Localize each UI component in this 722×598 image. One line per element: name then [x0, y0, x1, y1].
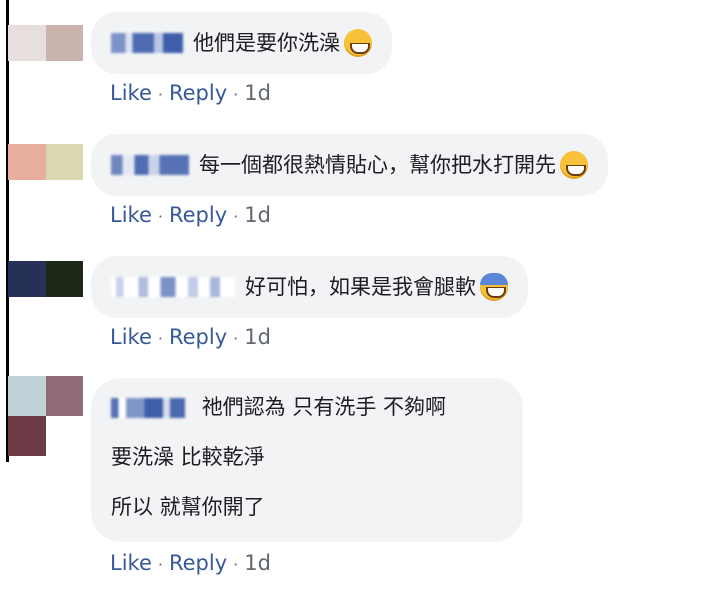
like-link[interactable]: Like	[110, 203, 152, 227]
avatar[interactable]	[8, 144, 83, 180]
grinning-face-icon	[344, 29, 372, 57]
like-link[interactable]: Like	[110, 551, 152, 575]
separator: ·	[233, 329, 239, 348]
commenter-name[interactable]	[111, 277, 235, 297]
timestamp[interactable]: 1d	[244, 325, 271, 349]
comment-text: 所以 就幫你開了	[111, 495, 265, 519]
comment-bubble: 祂們認為 只有洗手 不夠啊 要洗澡 比較乾淨 所以 就幫你開了	[91, 378, 523, 542]
avatar-pixel	[45, 144, 83, 180]
comment-text: 他們是要你洗澡	[193, 31, 340, 55]
avatar-pixel	[8, 25, 46, 61]
like-link[interactable]: Like	[110, 81, 152, 105]
reply-link[interactable]: Reply	[169, 203, 227, 227]
comment-bubble: 每一個都很熱情貼心，幫你把水打開先	[91, 134, 608, 196]
avatar-pixel	[8, 144, 46, 180]
avatar[interactable]	[8, 25, 83, 61]
comment-text: 要洗澡 比較乾淨	[111, 445, 265, 469]
avatar[interactable]	[8, 376, 83, 456]
avatar-pixel	[8, 416, 46, 456]
comment-actions: Like · Reply · 1d	[110, 322, 271, 354]
commenter-name[interactable]	[111, 33, 183, 53]
separator: ·	[157, 85, 163, 104]
reply-link[interactable]: Reply	[169, 81, 227, 105]
timestamp[interactable]: 1d	[244, 81, 271, 105]
avatar-pixel	[45, 261, 83, 297]
reply-link[interactable]: Reply	[169, 551, 227, 575]
anxious-face-icon	[480, 273, 508, 301]
like-link[interactable]: Like	[110, 325, 152, 349]
comment-text: 每一個都很熱情貼心，幫你把水打開先	[199, 153, 556, 177]
comment-actions: Like · Reply · 1d	[110, 200, 271, 232]
comment-text: 好可怕，如果是我會腿軟	[245, 275, 476, 299]
timestamp[interactable]: 1d	[244, 551, 271, 575]
commenter-name[interactable]	[111, 155, 189, 175]
reply-link[interactable]: Reply	[169, 325, 227, 349]
separator: ·	[233, 555, 239, 574]
comment-actions: Like · Reply · 1d	[110, 78, 271, 110]
comment-actions: Like · Reply · 1d	[110, 548, 271, 580]
separator: ·	[233, 85, 239, 104]
separator: ·	[157, 207, 163, 226]
avatar-pixel	[45, 416, 83, 456]
commenter-name[interactable]	[111, 398, 185, 418]
separator: ·	[157, 329, 163, 348]
comment-line: 祂們認為 只有洗手 不夠啊	[111, 392, 503, 422]
timestamp[interactable]: 1d	[244, 203, 271, 227]
separator: ·	[157, 555, 163, 574]
avatar-pixel	[8, 376, 46, 416]
comment-bubble: 好可怕，如果是我會腿軟	[91, 256, 528, 318]
avatar-pixel	[45, 376, 83, 416]
avatar[interactable]	[8, 261, 83, 297]
avatar-pixel	[8, 261, 46, 297]
comment-text: 祂們認為 只有洗手 不夠啊	[201, 395, 447, 419]
grinning-face-icon	[560, 151, 588, 179]
separator: ·	[233, 207, 239, 226]
comment-bubble: 他們是要你洗澡	[91, 12, 392, 74]
avatar-pixel	[45, 25, 83, 61]
